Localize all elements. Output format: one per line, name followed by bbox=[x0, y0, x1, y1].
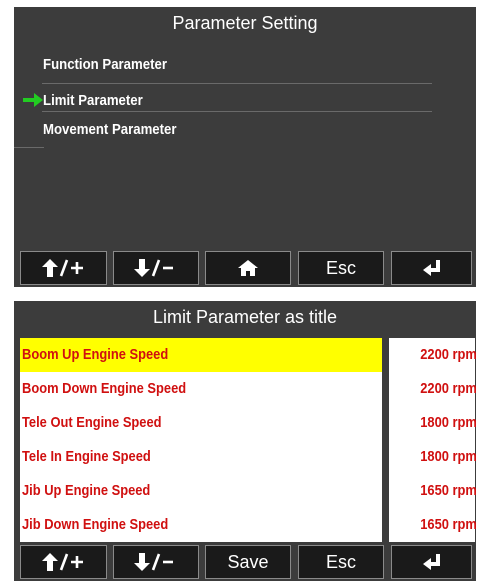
home-icon bbox=[238, 260, 258, 276]
menu-item-movement-parameter[interactable]: Movement Parameter bbox=[14, 112, 434, 148]
menu-item-label: Function Parameter bbox=[43, 56, 167, 73]
esc-button[interactable]: Esc bbox=[298, 251, 384, 285]
screen-title: Parameter Setting bbox=[14, 7, 476, 39]
parameter-label: Jib Down Engine Speed bbox=[22, 516, 169, 533]
parameter-setting-screen: Parameter Setting Function Parameter Lim… bbox=[14, 7, 476, 287]
parameter-row-boom-down[interactable]: Boom Down Engine Speed bbox=[20, 372, 382, 406]
menu-divider bbox=[14, 147, 44, 148]
up-plus-icon bbox=[41, 259, 83, 277]
esc-button[interactable]: Esc bbox=[298, 545, 384, 579]
save-button[interactable]: Save bbox=[205, 545, 291, 579]
up-plus-button[interactable] bbox=[20, 545, 107, 579]
parameter-label: Boom Up Engine Speed bbox=[22, 346, 169, 363]
home-button[interactable] bbox=[205, 251, 291, 285]
parameter-row-tele-out[interactable]: Tele Out Engine Speed bbox=[20, 406, 382, 440]
parameter-label: Jib Up Engine Speed bbox=[22, 482, 151, 499]
parameter-value-text: 2200 rpm bbox=[420, 346, 476, 363]
parameter-value[interactable]: 1800 rpm bbox=[389, 406, 476, 440]
parameter-label: Boom Down Engine Speed bbox=[22, 380, 187, 397]
parameter-row-tele-in[interactable]: Tele In Engine Speed bbox=[20, 440, 382, 474]
selection-arrow-icon bbox=[23, 93, 43, 107]
parameter-values: 2200 rpm 2200 rpm 1800 rpm 1800 rpm 1650… bbox=[389, 338, 476, 542]
down-minus-button[interactable] bbox=[113, 545, 199, 579]
parameter-value-text: 1800 rpm bbox=[420, 448, 476, 465]
menu-item-function-parameter[interactable]: Function Parameter bbox=[14, 47, 434, 83]
enter-button[interactable] bbox=[391, 251, 472, 285]
parameter-value-text: 1650 rpm bbox=[420, 482, 476, 499]
down-minus-icon bbox=[134, 553, 173, 571]
parameter-value[interactable]: 2200 rpm bbox=[389, 372, 476, 406]
enter-icon bbox=[422, 554, 440, 570]
parameter-row-jib-up[interactable]: Jib Up Engine Speed bbox=[20, 474, 382, 508]
parameter-value[interactable]: 2200 rpm bbox=[389, 338, 476, 372]
parameter-value-text: 1650 rpm bbox=[420, 516, 476, 533]
enter-button[interactable] bbox=[391, 545, 472, 579]
enter-icon bbox=[422, 260, 440, 276]
parameter-label: Tele Out Engine Speed bbox=[22, 414, 162, 431]
up-plus-button[interactable] bbox=[20, 251, 107, 285]
parameter-value-text: 2200 rpm bbox=[420, 380, 476, 397]
parameter-row-boom-up[interactable]: Boom Up Engine Speed bbox=[20, 338, 382, 372]
parameter-row-jib-down[interactable]: Jib Down Engine Speed bbox=[20, 508, 382, 542]
screen-title: Limit Parameter as title bbox=[14, 301, 476, 333]
parameter-value[interactable]: 1800 rpm bbox=[389, 440, 476, 474]
menu-item-label: Limit Parameter bbox=[43, 92, 143, 109]
menu-item-label: Movement Parameter bbox=[43, 121, 177, 138]
esc-label: Esc bbox=[325, 257, 356, 278]
parameter-label: Tele In Engine Speed bbox=[22, 448, 151, 465]
button-bar: Save Esc bbox=[14, 543, 476, 581]
save-label: Save bbox=[227, 551, 269, 572]
esc-label: Esc bbox=[325, 551, 356, 572]
limit-parameter-screen: Limit Parameter as title Boom Up Engine … bbox=[14, 301, 476, 581]
parameter-list: Boom Up Engine Speed Boom Down Engine Sp… bbox=[20, 338, 382, 542]
up-plus-icon bbox=[41, 553, 83, 571]
parameter-value-text: 1800 rpm bbox=[420, 414, 476, 431]
button-bar: Esc bbox=[14, 249, 476, 287]
down-minus-button[interactable] bbox=[113, 251, 199, 285]
parameter-value[interactable]: 1650 rpm bbox=[389, 508, 476, 542]
down-minus-icon bbox=[134, 259, 173, 277]
parameter-value[interactable]: 1650 rpm bbox=[389, 474, 476, 508]
